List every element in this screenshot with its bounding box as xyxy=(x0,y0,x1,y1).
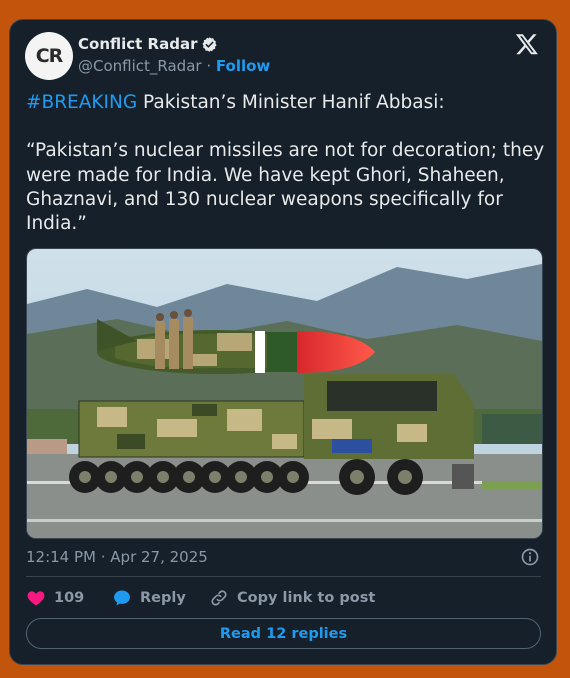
read-replies-button[interactable]: Read 12 replies xyxy=(26,618,541,649)
copy-link-label: Copy link to post xyxy=(237,590,376,606)
display-name[interactable]: Conflict Radar xyxy=(78,35,197,53)
reply-button[interactable]: Reply xyxy=(112,588,186,608)
handle[interactable]: @Conflict_Radar xyxy=(78,57,202,75)
headline-text: Pakistan’s Minister Hanif Abbasi: xyxy=(137,92,445,113)
handle-separator: · xyxy=(201,57,216,75)
like-count: 109 xyxy=(54,590,85,606)
like-button[interactable]: 109 xyxy=(26,588,84,608)
heart-icon xyxy=(27,591,45,606)
post-timestamp[interactable]: 12:14 PM · Apr 27, 2025 xyxy=(26,548,208,566)
info-icon[interactable] xyxy=(520,547,540,567)
handle-row: @Conflict_Radar · Follow xyxy=(78,57,270,75)
x-logo-icon[interactable] xyxy=(515,32,539,56)
post-card: CR Conflict Radar @Conflict_Radar · Foll… xyxy=(9,19,557,665)
post-quote: “Pakistan’s nuclear missiles are not for… xyxy=(26,140,545,235)
avatar[interactable]: CR xyxy=(25,32,73,80)
author-name-row: Conflict Radar xyxy=(78,35,218,53)
verified-badge-icon xyxy=(202,36,218,52)
speech-bubble-icon xyxy=(114,590,130,606)
post-headline: #BREAKING Pakistan’s Minister Hanif Abba… xyxy=(26,91,546,115)
reply-label: Reply xyxy=(140,590,186,606)
missile-parade-image xyxy=(27,249,542,538)
link-icon xyxy=(211,590,227,606)
follow-button[interactable]: Follow xyxy=(216,57,270,75)
divider xyxy=(26,576,541,577)
post-image[interactable] xyxy=(26,248,543,539)
copy-link-button[interactable]: Copy link to post xyxy=(209,588,375,608)
hashtag-link[interactable]: #BREAKING xyxy=(26,92,137,113)
post-text: #BREAKING Pakistan’s Minister Hanif Abba… xyxy=(26,91,546,236)
